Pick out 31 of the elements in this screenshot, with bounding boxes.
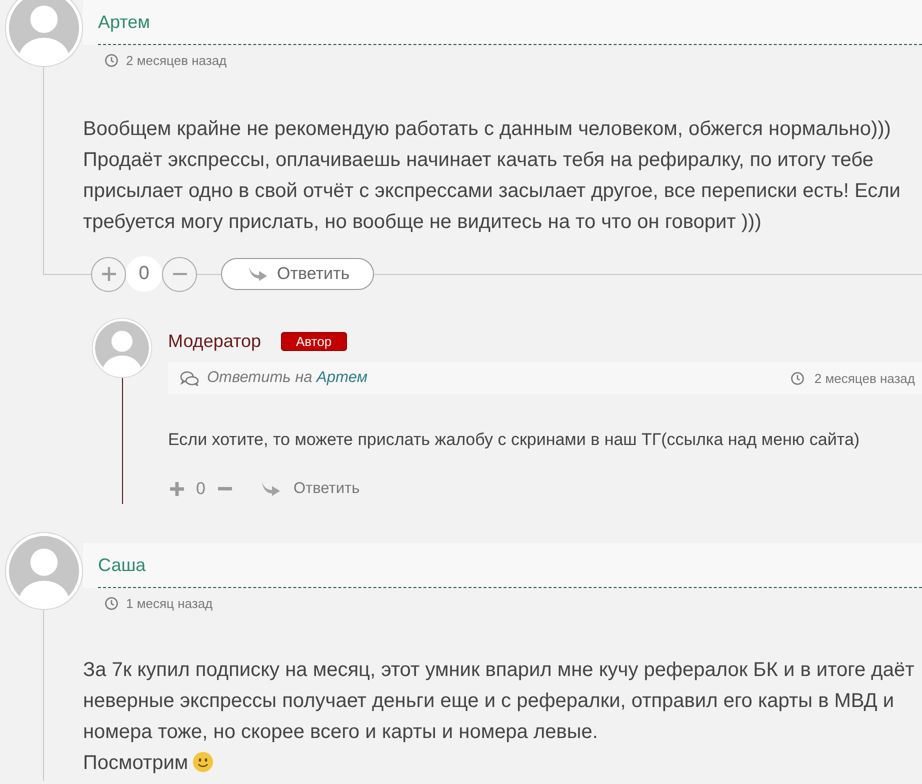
comment-time: 2 месяцев назад [126,52,227,68]
clock-icon [105,596,118,610]
reply-arrow-icon [261,481,282,497]
minus-icon [218,487,232,491]
comment-text: Если хотите, то можете прислать жалобу с скринами в наш ТГ(ссылка над меню сайта) [168,430,860,449]
reply-arrow-icon [248,266,268,282]
comment-text: Посмотрим [83,752,188,774]
reply-button[interactable]: Ответить [221,258,374,290]
downvote-button[interactable] [162,256,197,292]
author-name: Модератор [168,330,262,352]
plus-icon [102,267,116,281]
clock-icon [105,54,118,66]
comment-text: Вообщем крайне не рекомендую работать с данным человеком, обжегся нормально))) Продаёт экспрессы, оплачиваешь начинает качать тебя на рефиралку, по итогу тебе присылает одно в свой отчёт с экспрессами засылает другое, все переписки есть! Если требуется могу прислать, но вообще не видитесь на то что он говорит ))) [83,118,900,233]
plus-icon [170,482,184,496]
upvote-button[interactable] [91,256,126,292]
vote-count: 0 [126,256,162,292]
author-name: Саша [98,554,146,576]
reply-to-link[interactable]: Артем [316,369,368,386]
author-name: Артем [98,12,150,32]
reply-to-text: Ответить на Артем [207,369,368,387]
clock-icon [791,372,804,384]
vote-count: 0 [196,479,206,499]
reply-button[interactable]: Ответить [261,480,360,498]
comment-time: 1 месяц назад [126,596,213,610]
upvote-button[interactable] [169,481,185,497]
minus-icon [172,272,186,276]
avatar-icon [92,318,152,378]
comment-time: 2 месяцев назад [814,370,915,386]
speech-bubbles-icon [180,370,199,386]
comment-text: За 7к купил подписку на месяц, этот умник впарил мне кучу рефералок БК и в итоге даёт неверные экспрессы получает деньги еще и с рефералки, отправил его карты в МВД и номера тоже, но скорее всего и карты и номера левые. [83,659,914,743]
author-badge: Автор [281,332,347,350]
